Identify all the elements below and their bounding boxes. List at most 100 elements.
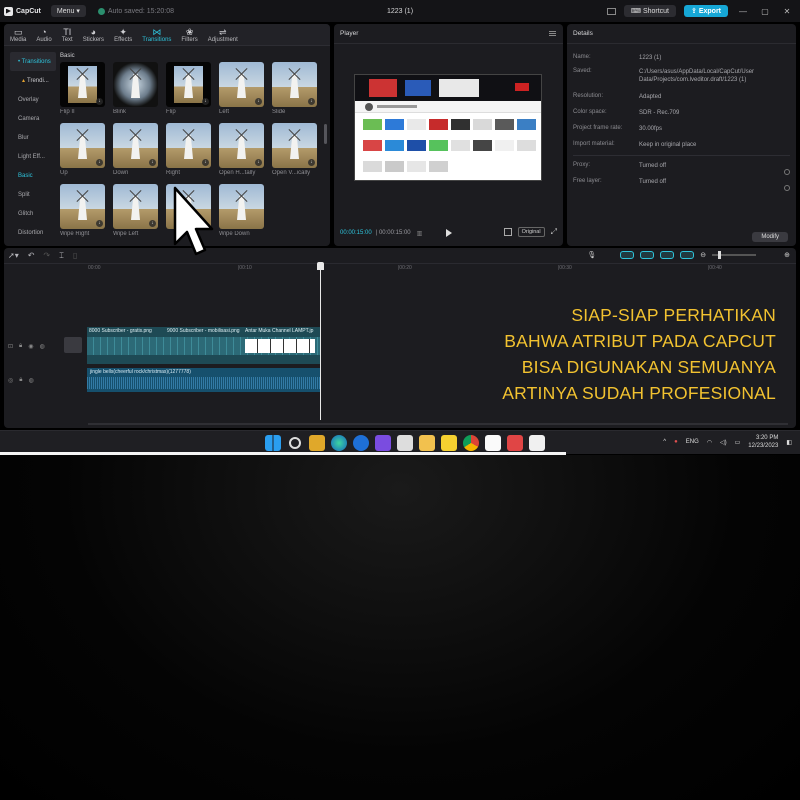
playhead[interactable] [317, 262, 324, 420]
lock-icon[interactable]: 🔒︎ [19, 377, 22, 384]
video-editor-icon[interactable] [507, 435, 523, 451]
calendar-icon[interactable] [397, 435, 413, 451]
zoom-out-icon[interactable]: ⊖ [700, 251, 706, 259]
minimize-icon[interactable]: — [736, 7, 750, 16]
transition-tile[interactable]: ↓ Down [113, 123, 160, 184]
transition-tile[interactable]: ↓ Slide [272, 62, 319, 123]
tool-audio[interactable]: ◔ Audio [36, 27, 51, 45]
chevron-up-icon[interactable]: ^ [663, 439, 666, 445]
fit-screen-icon[interactable] [503, 228, 512, 236]
hamburger-menu-icon[interactable] [549, 31, 556, 36]
tool-media[interactable]: ▭ Media [10, 27, 26, 45]
shortcut-button[interactable]: ⌨ Shortcut [623, 5, 677, 17]
sidebar-item-blur[interactable]: Blur [10, 128, 56, 147]
copilot-icon[interactable] [353, 435, 369, 451]
layout-icon[interactable] [606, 7, 616, 15]
modify-button[interactable]: Modify [752, 232, 788, 242]
sidebar-item-glitch[interactable]: Glitch [10, 204, 56, 223]
sidebar-item-distortion[interactable]: Distortion [10, 223, 56, 242]
notification-icon[interactable]: ◧ [786, 439, 792, 446]
transition-tile[interactable]: ↓ Right [166, 123, 213, 184]
tool-text[interactable]: TI Text [62, 27, 73, 45]
tool-stickers[interactable]: ◕ Stickers [83, 27, 104, 45]
transition-tile[interactable]: ↓ Wipe Left [113, 184, 160, 245]
split-icon[interactable]: ⌶ [59, 251, 64, 261]
preview-axis-icon[interactable] [680, 251, 695, 259]
timeline-scrollbar[interactable] [88, 423, 788, 425]
sidebar-item-split[interactable]: Split [10, 185, 56, 204]
transition-thumbnail: ↓ [219, 123, 264, 168]
sidebar-item-overlay[interactable]: Overlay [10, 90, 56, 109]
play-icon[interactable] [446, 229, 452, 237]
audio-mute-icon[interactable]: ◍ [39, 343, 44, 350]
clock[interactable]: 3:20 PM 12/23/2023 [748, 434, 778, 450]
sidebar-item-light-effects[interactable]: Light Eff... [10, 147, 56, 166]
tool-effects[interactable]: ✦ Effects [114, 27, 132, 45]
main-track-magnet-icon[interactable] [620, 251, 635, 259]
sidebar-header-transitions[interactable]: • Transitions [10, 52, 56, 71]
track-lock-icon[interactable]: ⊡ [8, 343, 13, 350]
microphone-icon[interactable]: 🎙︎ [587, 251, 596, 259]
file-explorer-icon[interactable] [419, 435, 435, 451]
export-button[interactable]: ⇪ Export [684, 5, 728, 17]
undo-icon[interactable]: ↶ [28, 251, 35, 260]
language-indicator[interactable]: ENG [686, 439, 699, 445]
paint-icon[interactable] [485, 435, 501, 451]
audio-mute-icon[interactable]: ◍ [28, 377, 33, 384]
tool-adjustment[interactable]: ⇌ Adjustment [208, 27, 238, 45]
sidebar-item-camera[interactable]: Camera [10, 109, 56, 128]
lock-icon[interactable]: 🔒︎ [19, 343, 22, 350]
chrome-icon[interactable] [463, 435, 479, 451]
sidebar-item-trending[interactable]: ▴ Trendi... [10, 71, 56, 90]
video-clip-strip[interactable]: 8000 Subscriber - gratis.png 9000 Subscr… [87, 327, 320, 364]
transition-tile[interactable]: ↓ Open H...tally [219, 123, 266, 184]
transition-tile[interactable]: ↓ Flip II [60, 62, 107, 123]
transition-tile[interactable]: ↓ Open V...ically [272, 123, 319, 184]
widgets-icon[interactable] [309, 435, 325, 451]
battery-icon[interactable]: ▭ [735, 439, 741, 446]
transition-tile[interactable]: Wipe Down [219, 184, 266, 245]
sidebar-item-basic[interactable]: Basic [10, 166, 56, 185]
tool-filters[interactable]: ❀ Filters [181, 27, 197, 45]
transition-tile[interactable]: ↓ Wipe Right [60, 184, 107, 245]
windows-start-icon[interactable] [265, 435, 281, 451]
transition-tile[interactable]: ↓ Flip [166, 62, 213, 123]
timeline-ruler[interactable]: 00:00 |00:10 |00:20 |00:30 |00:40 [88, 265, 788, 273]
transition-thumbnail: ↓ [113, 184, 158, 229]
transition-tile[interactable]: ↓ Up [60, 123, 107, 184]
duration-timecode: | 00:00:15:00 [375, 230, 411, 236]
zoom-slider[interactable] [712, 251, 757, 259]
proxy-info-icon[interactable] [784, 169, 790, 175]
original-ratio-button[interactable]: Original [517, 227, 545, 237]
select-tool-icon[interactable]: ➚▾ [8, 251, 19, 260]
video-preview[interactable] [354, 74, 542, 181]
visibility-icon[interactable]: ◉ [28, 343, 33, 350]
auto-snapping-icon[interactable] [640, 251, 655, 259]
timeline-bars-icon[interactable]: ▥ [417, 230, 423, 237]
wifi-icon[interactable]: ◠ [707, 439, 712, 446]
zoom-in-icon[interactable]: ⊕ [784, 251, 790, 259]
grid-scrollbar[interactable] [324, 124, 327, 144]
delete-icon[interactable]: ▯ [73, 251, 77, 260]
redo-icon[interactable]: ↷ [43, 251, 50, 260]
search-icon[interactable] [289, 437, 301, 449]
capcut-taskbar-icon[interactable] [529, 435, 545, 451]
free-layer-info-icon[interactable] [784, 185, 790, 191]
edge-icon[interactable] [331, 435, 347, 451]
menu-button[interactable]: Menu ▾ [50, 5, 86, 17]
transition-tile[interactable]: ↓ Left [219, 62, 266, 123]
audio-clip-strip[interactable]: jingle bells(cheerful rock/christmas)(12… [87, 368, 320, 392]
microphone-tray-icon[interactable]: ● [674, 439, 678, 445]
tool-transitions[interactable]: ⋈ Transitions [142, 27, 171, 45]
download-icon: ↓ [308, 159, 315, 166]
cover-button[interactable] [64, 337, 82, 353]
maximize-icon[interactable]: ▢ [758, 7, 772, 16]
media-player-icon[interactable] [375, 435, 391, 451]
volume-icon[interactable]: ◁) [720, 439, 727, 446]
transition-tile[interactable]: Blink [113, 62, 160, 123]
transition-thumbnail: ↓ [272, 62, 317, 107]
fullscreen-icon[interactable]: ⤢ [551, 227, 557, 237]
close-icon[interactable]: ✕ [780, 7, 794, 16]
linkage-icon[interactable] [660, 251, 675, 259]
sticky-notes-icon[interactable] [441, 435, 457, 451]
